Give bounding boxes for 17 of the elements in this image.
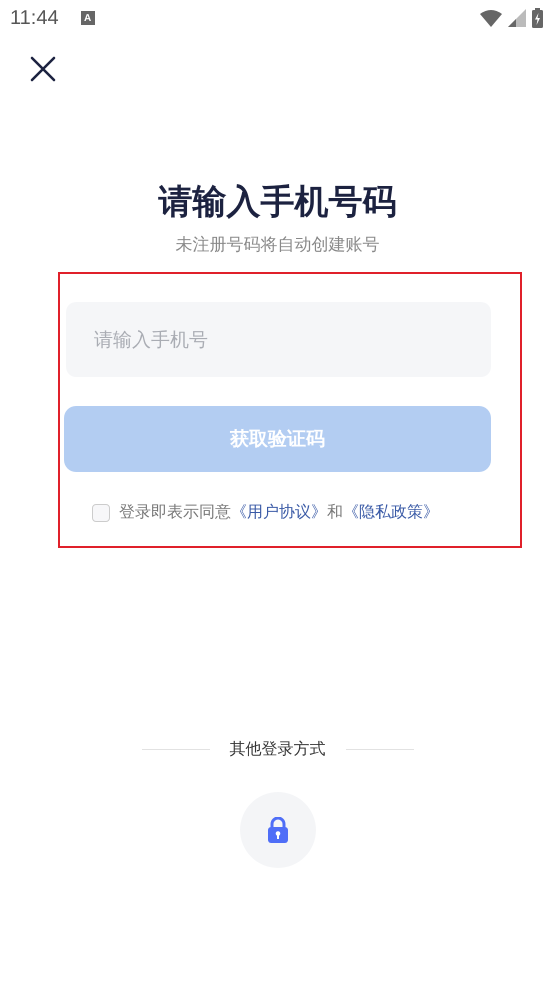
close-button[interactable]: [30, 56, 56, 82]
agreement-checkbox[interactable]: [92, 504, 110, 522]
close-icon: [30, 56, 56, 82]
status-time: 11:44: [10, 6, 59, 30]
agreement-text: 登录即表示同意: [119, 502, 231, 523]
agreement-joiner: 和: [327, 502, 343, 523]
page-title: 请输入手机号码: [157, 181, 398, 224]
battery-icon: [532, 8, 543, 28]
lock-icon: [266, 817, 288, 843]
wifi-icon: [480, 9, 502, 27]
signal-icon: [508, 9, 526, 27]
other-login-label: 其他登录方式: [230, 739, 326, 760]
user-agreement-link[interactable]: 《用户协议》: [231, 502, 327, 523]
page-subtitle: 未注册号码将自动创建账号: [174, 234, 380, 257]
privacy-policy-link[interactable]: 《隐私政策》: [343, 502, 439, 523]
notification-icon: A: [80, 11, 95, 25]
phone-field[interactable]: 请输入手机号: [66, 302, 491, 377]
